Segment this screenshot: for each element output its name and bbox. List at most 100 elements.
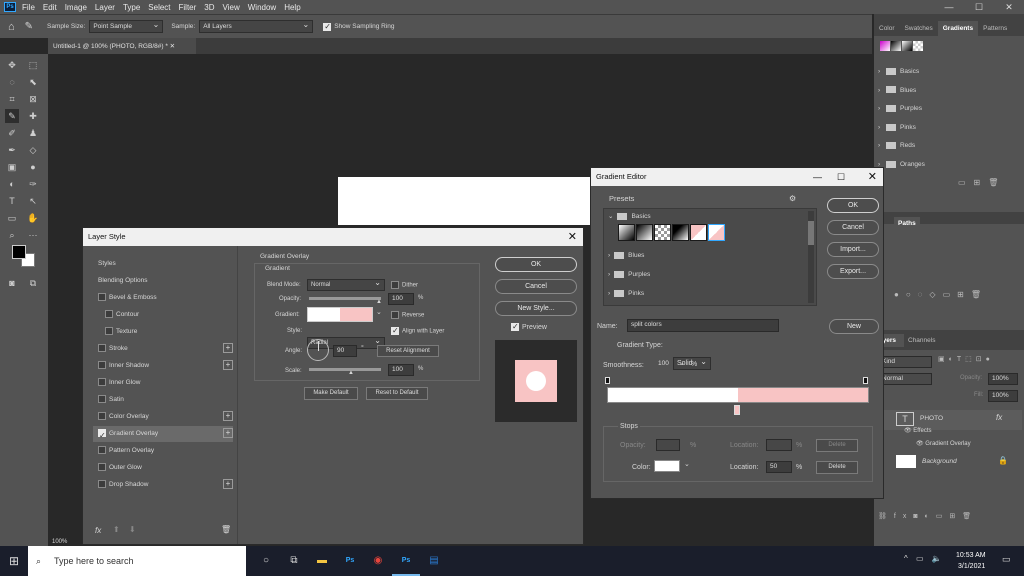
quick-mask-icon[interactable]: ◙ <box>5 276 19 290</box>
preset-swatch[interactable] <box>654 224 671 241</box>
menu-layer[interactable]: Layer <box>95 3 115 12</box>
tab-channels[interactable]: Channels <box>908 337 935 344</box>
hand-tool-icon[interactable]: ✋ <box>26 211 40 225</box>
eyedropper-tool-icon[interactable]: ✎ <box>5 109 19 123</box>
home-icon[interactable]: ⌂ <box>8 21 15 33</box>
menu-image[interactable]: Image <box>65 3 87 12</box>
add-effect-icon[interactable]: + <box>223 343 233 353</box>
cortana-icon[interactable]: ○ <box>252 546 280 576</box>
preset-swatch[interactable] <box>618 224 635 241</box>
gradient-overlay-effect-row[interactable]: 👁 Gradient Overlay <box>916 440 971 447</box>
stop-opacity-field[interactable] <box>656 439 680 451</box>
gradient-swatch[interactable] <box>891 41 901 51</box>
ok-button[interactable]: OK <box>827 198 879 213</box>
style-checkbox[interactable] <box>105 310 113 319</box>
cancel-button[interactable]: Cancel <box>495 279 577 294</box>
word-icon[interactable]: ▤ <box>420 546 448 576</box>
style-checkbox[interactable] <box>98 480 106 489</box>
menu-help[interactable]: Help <box>284 3 300 12</box>
more-tools-icon[interactable]: ··· <box>26 228 40 242</box>
gradient-swatch[interactable] <box>902 41 912 51</box>
eyedropper-icon[interactable]: ✎ <box>25 21 33 32</box>
crop-tool-icon[interactable]: ⌗ <box>5 92 19 106</box>
tab-patterns[interactable]: Patterns <box>978 21 1012 36</box>
quick-select-icon[interactable]: ⬉ <box>26 75 40 89</box>
healing-tool-icon[interactable]: ✚ <box>26 109 40 123</box>
scale-slider-handle[interactable]: ▲ <box>348 370 354 376</box>
rectangle-tool-icon[interactable]: ▭ <box>5 211 19 225</box>
style-item-drop-shadow[interactable]: Drop Shadow + <box>93 477 233 493</box>
photoshop-active-taskbar-icon[interactable]: Ps <box>392 546 420 576</box>
layer-blend-select[interactable]: Normal <box>878 373 932 385</box>
lasso-tool-icon[interactable]: ◌ <box>5 75 19 89</box>
color-dropdown-icon[interactable]: ⌄ <box>684 460 690 468</box>
close-icon[interactable]: ✕ <box>868 168 877 186</box>
document-tab[interactable]: Untitled-1 @ 100% (PHOTO, RGB/8#) * ✕ <box>48 38 196 54</box>
gradient-name-field[interactable]: split colors <box>627 319 779 332</box>
dodge-tool-icon[interactable]: ◐ <box>5 177 19 191</box>
preset-folder-basics[interactable]: ⌄ Basics <box>604 209 816 224</box>
style-checkbox[interactable] <box>98 446 106 455</box>
tab-swatches[interactable]: Swatches <box>900 21 938 36</box>
menu-edit[interactable]: Edit <box>43 3 57 12</box>
style-item-color-overlay[interactable]: Color Overlay + <box>93 409 233 425</box>
style-checkbox[interactable] <box>98 395 106 404</box>
style-checkbox[interactable] <box>98 428 106 444</box>
move-down-icon[interactable]: ⬇ <box>129 525 136 534</box>
delete-opacity-stop-button[interactable]: Delete <box>816 439 858 452</box>
color-stop[interactable] <box>734 405 740 415</box>
move-tool-icon[interactable]: ✥ <box>5 58 19 72</box>
screen-mode-icon[interactable]: ⧉ <box>26 276 40 290</box>
style-checkbox[interactable] <box>98 293 106 302</box>
preset-swatch[interactable] <box>636 224 653 241</box>
move-up-icon[interactable]: ⬆ <box>113 525 120 534</box>
show-ring-checkbox[interactable] <box>323 22 332 31</box>
opacity-stop-left[interactable] <box>605 377 610 384</box>
tab-color[interactable]: Color <box>874 21 900 36</box>
tab-gradients[interactable]: Gradients <box>937 21 979 36</box>
document-canvas[interactable] <box>338 177 598 225</box>
export-button[interactable]: Export... <box>827 264 879 279</box>
gradient-folder-basics[interactable]: › Basics <box>878 63 1010 82</box>
eye-icon[interactable]: 👁 <box>904 428 912 434</box>
notifications-icon[interactable]: ▭ <box>1002 554 1011 565</box>
delete-color-stop-button[interactable]: Delete <box>816 461 858 474</box>
marquee-tool-icon[interactable]: ⬚ <box>26 58 40 72</box>
gradient-folder-reds[interactable]: › Reds <box>878 137 1010 156</box>
gradient-tool-icon[interactable]: ▣ <box>5 160 19 174</box>
scale-slider[interactable] <box>309 368 381 371</box>
stop-color-swatch[interactable] <box>654 460 680 472</box>
menu-3d[interactable]: 3D <box>204 3 214 12</box>
add-effect-icon[interactable]: + <box>223 360 233 370</box>
style-checkbox[interactable] <box>98 361 106 370</box>
gradient-swatch[interactable] <box>913 41 923 51</box>
eye-icon[interactable]: 👁 <box>916 441 924 447</box>
menu-view[interactable]: View <box>223 3 240 12</box>
gradient-folder-pinks[interactable]: › Pinks <box>878 119 1010 138</box>
minimize-icon[interactable]: — <box>934 0 964 14</box>
style-checkbox[interactable] <box>98 412 106 421</box>
clock-time[interactable]: 10:53 AM <box>956 552 986 559</box>
preset-swatch[interactable] <box>690 224 707 241</box>
gradient-folder-oranges[interactable]: › Oranges <box>878 156 1010 175</box>
layer-opacity-field[interactable]: 100% <box>988 373 1018 385</box>
style-item-outer-glow[interactable]: Outer Glow <box>93 460 233 476</box>
style-item-stroke[interactable]: Stroke + <box>93 341 233 357</box>
presets-settings-icon[interactable]: ⚙ <box>789 194 796 203</box>
ok-button[interactable]: OK <box>495 257 577 272</box>
style-item-pattern-overlay[interactable]: Pattern Overlay <box>93 443 233 459</box>
menu-file[interactable]: File <box>22 3 35 12</box>
angle-dial[interactable] <box>307 339 329 361</box>
task-view-icon[interactable]: ⧉ <box>280 546 308 576</box>
maximize-icon[interactable]: ☐ <box>837 168 845 186</box>
brush-tool-icon[interactable]: ✐ <box>5 126 19 140</box>
preset-folder-pinks[interactable]: › Pinks <box>604 284 816 303</box>
style-item-inner-shadow[interactable]: Inner Shadow + <box>93 358 233 374</box>
style-item-styles[interactable]: Styles <box>93 256 233 272</box>
smoothness-field[interactable]: 100 <box>655 359 677 372</box>
gradient-folder-blues[interactable]: › Blues <box>878 82 1010 101</box>
style-checkbox[interactable] <box>98 378 106 387</box>
opacity-slider[interactable] <box>309 297 381 300</box>
eraser-tool-icon[interactable]: ◇ <box>26 143 40 157</box>
style-item-contour[interactable]: Contour <box>93 307 233 323</box>
